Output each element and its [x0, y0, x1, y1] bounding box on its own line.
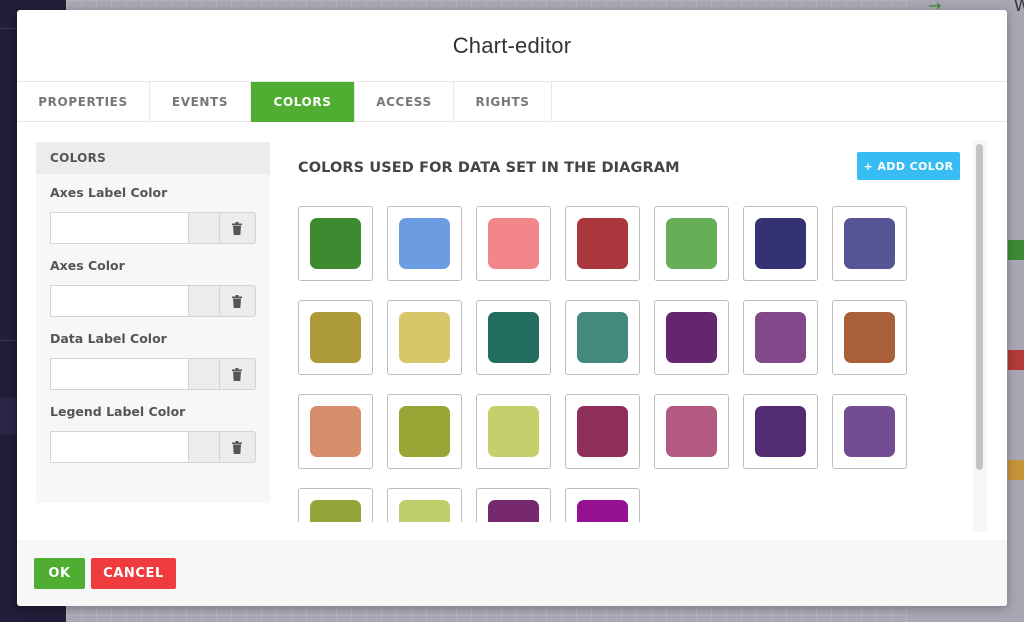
color-swatch[interactable]	[743, 206, 818, 281]
color-swatch[interactable]	[476, 394, 551, 469]
legend-label-color-field: Legend Label Color	[36, 404, 270, 463]
axes-color-input[interactable]	[50, 285, 189, 317]
background-text: W	[1014, 0, 1024, 15]
color-swatch[interactable]	[743, 300, 818, 375]
color-swatch[interactable]	[832, 206, 907, 281]
field-label: Legend Label Color	[50, 404, 186, 419]
color-swatch-fill	[755, 312, 806, 363]
color-swatch-fill	[488, 406, 539, 457]
background-color-strip	[1008, 350, 1024, 370]
color-swatch-fill	[488, 312, 539, 363]
color-swatch-fill	[755, 406, 806, 457]
color-swatch[interactable]	[743, 394, 818, 469]
ok-button[interactable]: OK	[34, 558, 85, 589]
color-swatch-fill	[310, 312, 361, 363]
color-swatch[interactable]	[298, 394, 373, 469]
section-title: COLORS USED FOR DATA SET IN THE DIAGRAM	[298, 160, 680, 176]
data-label-color-field: Data Label Color	[36, 331, 270, 390]
color-swatch-fill	[577, 312, 628, 363]
color-swatch-fill	[310, 218, 361, 269]
color-swatch[interactable]	[476, 300, 551, 375]
color-swatch[interactable]	[387, 488, 462, 522]
color-swatch-fill	[844, 406, 895, 457]
color-swatch[interactable]	[387, 394, 462, 469]
dialog-body: COLORS Axes Label Color Axes Color Data …	[17, 122, 1007, 540]
tab-events[interactable]: EVENTS	[150, 82, 251, 122]
trash-icon	[232, 221, 243, 235]
dataset-colors-panel: COLORS USED FOR DATA SET IN THE DIAGRAM …	[298, 142, 978, 522]
tab-colors[interactable]: COLORS	[251, 82, 355, 122]
color-swatch-fill	[844, 312, 895, 363]
color-swatch[interactable]	[387, 206, 462, 281]
color-swatch[interactable]	[476, 488, 551, 522]
tab-properties[interactable]: PROPERTIES	[17, 82, 150, 122]
color-swatch-fill	[399, 406, 450, 457]
delete-button[interactable]	[219, 212, 256, 244]
color-swatch-fill	[577, 500, 628, 522]
delete-button[interactable]	[219, 431, 256, 463]
color-swatch[interactable]	[387, 300, 462, 375]
scrollbar-thumb[interactable]	[976, 144, 983, 470]
color-swatch-fill	[577, 218, 628, 269]
color-swatch[interactable]	[654, 300, 729, 375]
color-swatch-fill	[577, 406, 628, 457]
axes-label-color-field: Axes Label Color	[36, 185, 270, 244]
background-color-strip	[1008, 240, 1024, 260]
color-picker-swatch[interactable]	[189, 431, 220, 463]
color-swatch-fill	[399, 312, 450, 363]
delete-button[interactable]	[219, 285, 256, 317]
trash-icon	[232, 440, 243, 454]
delete-button[interactable]	[219, 358, 256, 390]
add-color-button[interactable]: + ADD COLOR	[857, 152, 960, 180]
color-swatch-fill	[666, 406, 717, 457]
color-swatch-fill	[666, 218, 717, 269]
color-swatch[interactable]	[654, 206, 729, 281]
axes-label-color-input[interactable]	[50, 212, 189, 244]
color-swatch-fill	[488, 218, 539, 269]
chart-editor-dialog: Chart-editor PROPERTIES EVENTS COLORS AC…	[17, 10, 1007, 606]
legend-label-color-input[interactable]	[50, 431, 189, 463]
color-swatch-fill	[666, 312, 717, 363]
tab-access[interactable]: ACCESS	[355, 82, 454, 122]
color-swatch[interactable]	[654, 394, 729, 469]
color-swatch-fill	[755, 218, 806, 269]
color-swatch-fill	[488, 500, 539, 522]
color-swatch[interactable]	[476, 206, 551, 281]
field-label: Data Label Color	[50, 331, 167, 346]
cancel-button[interactable]: CANCEL	[91, 558, 176, 589]
color-swatch[interactable]	[565, 206, 640, 281]
field-label: Axes Color	[50, 258, 125, 273]
data-label-color-input[interactable]	[50, 358, 189, 390]
trash-icon	[232, 294, 243, 308]
color-swatch[interactable]	[565, 488, 640, 522]
color-swatch[interactable]	[565, 300, 640, 375]
color-swatch-fill	[399, 218, 450, 269]
color-swatch[interactable]	[832, 394, 907, 469]
color-picker-swatch[interactable]	[189, 358, 220, 390]
color-swatch[interactable]	[298, 300, 373, 375]
color-swatch-fill	[310, 406, 361, 457]
colors-settings-panel: COLORS Axes Label Color Axes Color Data …	[36, 142, 270, 503]
color-swatch[interactable]	[832, 300, 907, 375]
scrollbar[interactable]	[973, 140, 987, 532]
dialog-title: Chart-editor	[452, 32, 572, 58]
color-swatch-fill	[399, 500, 450, 522]
background-color-strip	[1008, 460, 1024, 480]
tab-rights[interactable]: RIGHTS	[454, 82, 552, 122]
color-swatch[interactable]	[298, 206, 373, 281]
axes-color-field: Axes Color	[36, 258, 270, 317]
color-picker-swatch[interactable]	[189, 285, 220, 317]
color-swatch[interactable]	[565, 394, 640, 469]
color-picker-swatch[interactable]	[189, 212, 220, 244]
color-swatch-fill	[310, 500, 361, 522]
trash-icon	[232, 367, 243, 381]
tab-bar: PROPERTIES EVENTS COLORS ACCESS RIGHTS	[17, 81, 1007, 122]
dialog-footer: OK CANCEL	[17, 540, 1007, 606]
field-label: Axes Label Color	[50, 185, 168, 200]
panel-header: COLORS	[36, 142, 270, 174]
color-swatch-fill	[844, 218, 895, 269]
color-swatch[interactable]	[298, 488, 373, 522]
